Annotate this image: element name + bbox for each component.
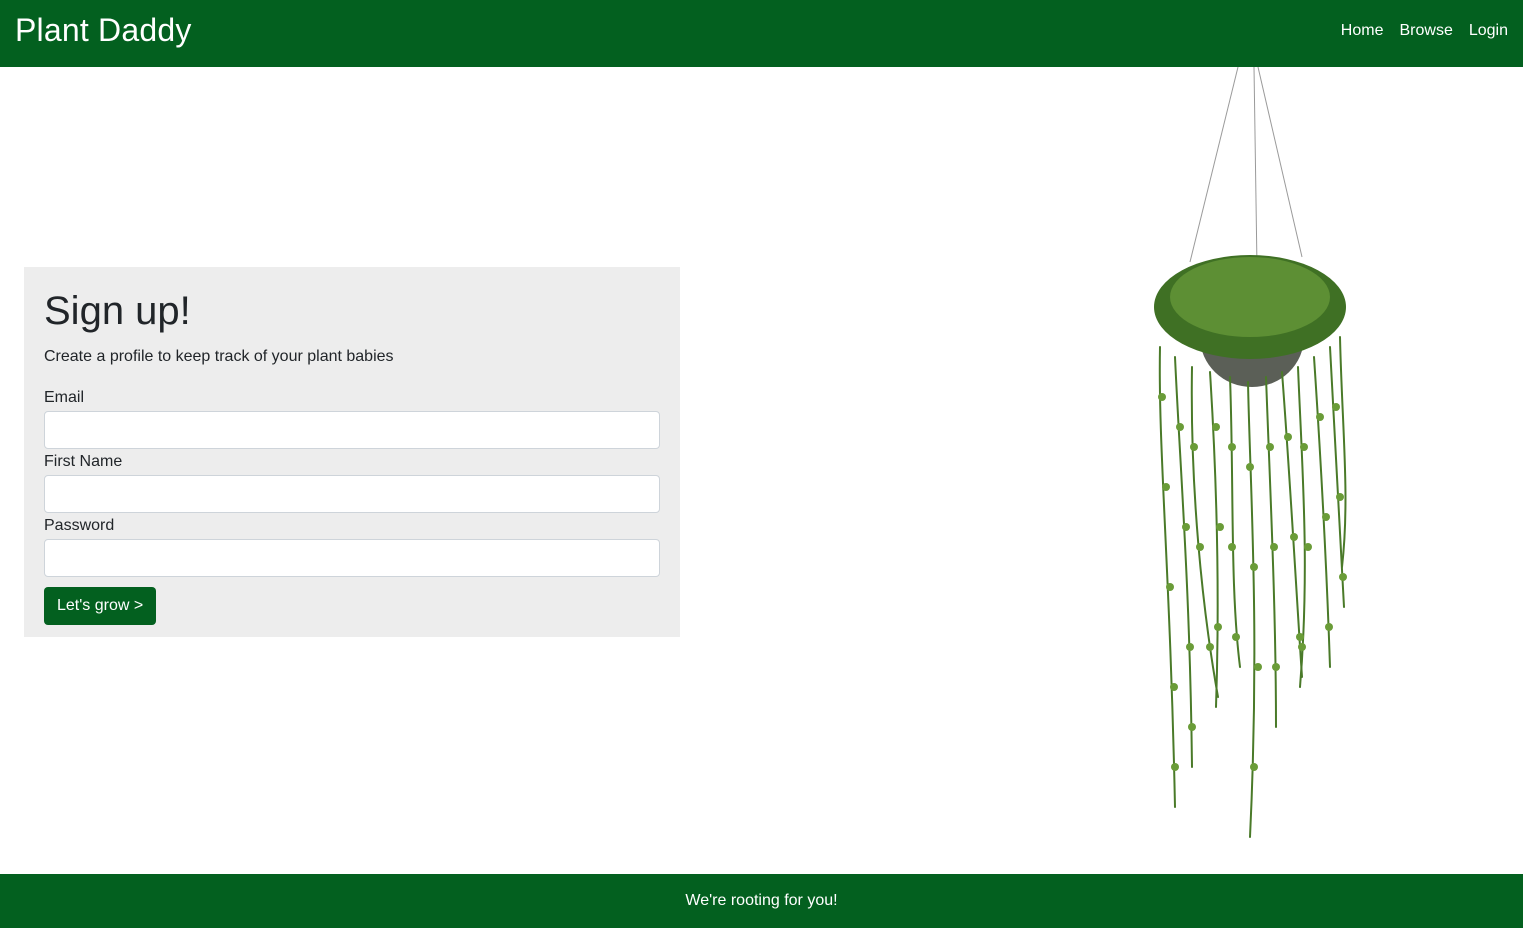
footer-text: We're rooting for you! xyxy=(685,892,838,909)
nav-links: Home Browse Login xyxy=(1341,22,1508,40)
brand-title[interactable]: Plant Daddy xyxy=(15,12,192,49)
nav-browse-link[interactable]: Browse xyxy=(1399,22,1452,40)
signup-title: Sign up! xyxy=(44,289,191,333)
nav-home-link[interactable]: Home xyxy=(1341,22,1384,40)
footer: We're rooting for you! xyxy=(0,874,1523,928)
first-name-field[interactable] xyxy=(44,475,660,513)
signup-card: Sign up! Create a profile to keep track … xyxy=(24,267,680,637)
password-label: Password xyxy=(44,517,115,534)
email-label: Email xyxy=(44,389,85,406)
nav-login-link[interactable]: Login xyxy=(1469,22,1508,40)
first-name-label: First Name xyxy=(44,453,123,470)
signup-subtitle: Create a profile to keep track of your p… xyxy=(44,348,394,365)
hanging-plant-image xyxy=(1154,67,1347,838)
password-field[interactable] xyxy=(44,539,660,577)
email-field[interactable] xyxy=(44,411,660,449)
top-navbar: Plant Daddy Home Browse Login xyxy=(0,0,1523,67)
lets-grow-button[interactable]: Let's grow > xyxy=(44,587,157,625)
